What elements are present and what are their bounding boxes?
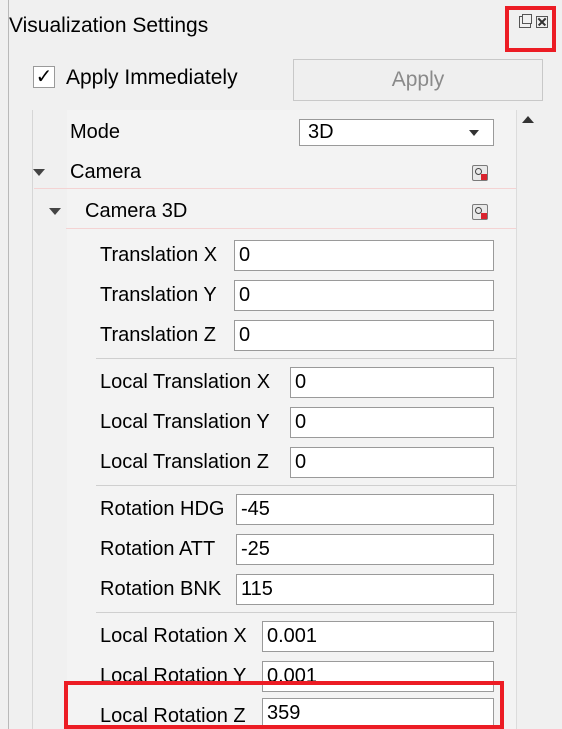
- local-translation-z-label: Local Translation Z: [100, 451, 269, 473]
- translation-z-field[interactable]: 0: [234, 320, 494, 351]
- camera3d-expand-arrow-icon[interactable]: [49, 208, 61, 215]
- rotation-att-label: Rotation ATT: [100, 538, 216, 560]
- camera-group-line: [34, 188, 516, 189]
- apply-button[interactable]: Apply: [293, 59, 543, 101]
- local-translation-x-label: Local Translation X: [100, 371, 271, 393]
- chevron-down-icon: [469, 130, 479, 136]
- mode-select[interactable]: 3D: [299, 119, 494, 146]
- rotation-hdg-field[interactable]: -45: [236, 494, 494, 525]
- local-rotation-z-highlight: [64, 681, 504, 729]
- group-separator: [96, 485, 516, 486]
- mode-label: Mode: [70, 121, 121, 143]
- translation-y-label: Translation Y: [100, 284, 217, 306]
- local-translation-z-field[interactable]: 0: [290, 447, 494, 478]
- title-buttons-highlight: [505, 6, 556, 52]
- rotation-bnk-label: Rotation BNK: [100, 578, 222, 600]
- camera-expand-arrow-icon[interactable]: [33, 169, 45, 176]
- panel-title: Visualization Settings: [9, 14, 209, 37]
- translation-y-field[interactable]: 0: [234, 280, 494, 311]
- visualization-settings-panel: Visualization Settings ✓ Apply Immediate…: [0, 0, 562, 729]
- apply-immediately-label[interactable]: Apply Immediately: [66, 66, 238, 90]
- local-translation-y-label: Local Translation Y: [100, 411, 270, 433]
- panel-left-border: [8, 0, 9, 729]
- local-rotation-x-field[interactable]: 0.001: [262, 621, 494, 652]
- rotation-bnk-field[interactable]: 115: [236, 574, 494, 605]
- translation-x-field[interactable]: 0: [234, 240, 494, 271]
- scroll-up-arrow-icon[interactable]: [522, 116, 534, 123]
- vertical-scrollbar[interactable]: [516, 110, 541, 729]
- camera3d-group-label: Camera 3D: [85, 200, 188, 222]
- group-separator: [96, 358, 516, 359]
- tree-gutter: [33, 110, 67, 729]
- mode-select-value: 3D: [308, 121, 334, 143]
- rotation-hdg-label: Rotation HDG: [100, 498, 225, 520]
- camera3d-group-line: [66, 228, 516, 229]
- local-translation-y-field[interactable]: 0: [290, 407, 494, 438]
- camera-group-label: Camera: [70, 161, 142, 183]
- translation-z-label: Translation Z: [100, 324, 216, 346]
- camera3d-reset-icon[interactable]: [472, 204, 488, 220]
- group-separator: [96, 612, 516, 613]
- title-bar[interactable]: Visualization Settings: [9, 0, 562, 50]
- local-rotation-x-label: Local Rotation X: [100, 625, 247, 647]
- translation-x-label: Translation X: [100, 244, 218, 266]
- apply-immediately-checkbox[interactable]: ✓: [33, 66, 55, 88]
- rotation-att-field[interactable]: -25: [236, 534, 494, 565]
- local-translation-x-field[interactable]: 0: [290, 367, 494, 398]
- camera-reset-icon[interactable]: [472, 165, 488, 181]
